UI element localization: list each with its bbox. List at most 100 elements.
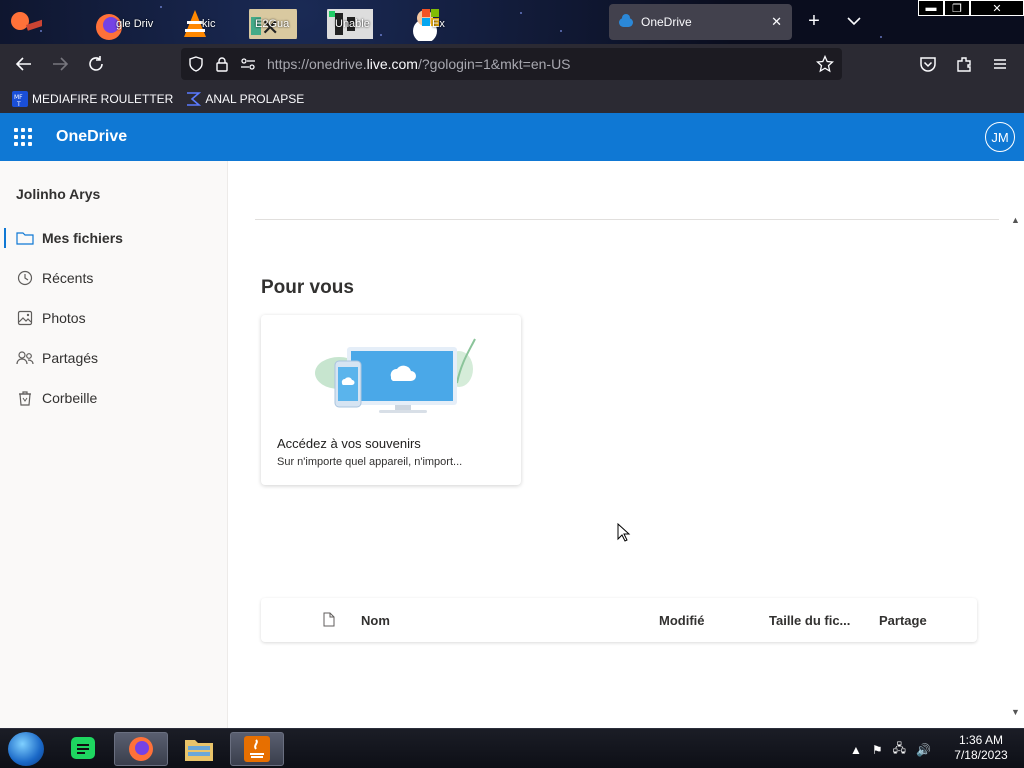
tab-close-icon[interactable]: ✕ xyxy=(771,14,782,30)
window-controls: ▬ ❐ ✕ xyxy=(918,0,1024,16)
reload-icon xyxy=(89,56,103,71)
chevron-down-icon xyxy=(847,17,861,26)
scroll-down-icon[interactable]: ▼ xyxy=(1011,707,1020,717)
tab-onedrive[interactable]: OneDrive ✕ xyxy=(609,4,792,40)
folder-explorer-icon xyxy=(185,740,213,761)
volume-icon[interactable]: 🔊 xyxy=(916,743,931,757)
user-name: Jolinho Arys xyxy=(16,186,101,202)
new-tab-button[interactable]: + xyxy=(804,10,824,32)
back-arrow-icon xyxy=(15,57,31,71)
desktop-shortcut-vlc[interactable]: kic xyxy=(178,4,215,44)
left-navigation: Jolinho Arys Mes fichiers Récents Photos… xyxy=(0,161,228,728)
maximize-button[interactable]: ❐ xyxy=(944,0,970,16)
clock-time: 1:36 AM xyxy=(958,733,1004,747)
nav-item-shared[interactable]: Partagés xyxy=(0,338,228,378)
url-host: live.com xyxy=(366,56,418,72)
header-divider xyxy=(255,219,999,220)
nav-item-recycle-bin[interactable]: Corbeille xyxy=(0,378,228,418)
system-tray: ▲ ⚑ 🖧 🔊 xyxy=(850,739,941,760)
pocket-button[interactable] xyxy=(916,52,940,76)
nav-item-label: Photos xyxy=(42,310,86,326)
sigma-icon xyxy=(187,91,202,106)
shield-icon[interactable] xyxy=(185,53,207,75)
url-text[interactable]: https://onedrive.live.com/?gologin=1&mkt… xyxy=(267,56,810,72)
page-scrollbar[interactable]: ▲ ▼ xyxy=(1009,161,1024,728)
pocket-icon xyxy=(920,57,936,72)
desktop-shortcut-label: Ex xyxy=(432,18,445,30)
nav-item-label: Partagés xyxy=(42,350,99,366)
taskbar-file-explorer[interactable] xyxy=(172,732,226,766)
bookmark-label: MEDIAFIRE ROULETTER xyxy=(32,91,174,106)
nav-item-label: Récents xyxy=(42,270,94,286)
desktop-shortcut-label: gle Driv xyxy=(116,18,154,30)
column-header-name[interactable]: Nom xyxy=(361,613,390,628)
onedrive-app-title[interactable]: OneDrive xyxy=(56,128,127,146)
firefox-icon xyxy=(129,737,153,761)
file-list-header: Nom Modifié Taille du fic... Partage xyxy=(261,598,977,642)
extensions-button[interactable] xyxy=(952,52,976,76)
desktop-shortcut-e2guard[interactable]: ✕ E2Gua xyxy=(249,4,297,44)
desktop-shortcut-windows-user[interactable]: Ex xyxy=(408,4,445,44)
clock-icon xyxy=(16,269,34,287)
nav-item-photos[interactable]: Photos xyxy=(0,298,228,338)
url-prefix: https://onedrive. xyxy=(267,56,367,72)
forward-arrow-icon xyxy=(53,57,69,71)
url-rest: /?gologin=1&mkt=en-US xyxy=(417,56,571,72)
chat-app-icon xyxy=(71,737,95,759)
action-center-flag-icon[interactable]: ⚑ xyxy=(872,743,883,757)
folder-icon xyxy=(16,229,34,247)
minimize-button[interactable]: ▬ xyxy=(918,0,944,16)
desktop-shortcut-label: Unable xyxy=(335,18,370,30)
network-icon[interactable]: 🖧 xyxy=(893,739,906,760)
clock-date: 7/18/2023 xyxy=(954,748,1008,762)
tab-title: OneDrive xyxy=(641,15,692,29)
list-all-tabs-button[interactable] xyxy=(843,10,865,32)
nav-item-my-files[interactable]: Mes fichiers xyxy=(0,218,228,258)
bookmark-second[interactable]: ANAL PROLAPSE xyxy=(185,91,304,107)
java-icon xyxy=(244,736,270,762)
desktop-shortcut-unable[interactable]: Unable xyxy=(327,4,373,44)
taskbar-chat-app[interactable] xyxy=(56,732,110,766)
lock-icon[interactable] xyxy=(211,53,233,75)
onedrive-page: Jolinho Arys Mes fichiers Récents Photos… xyxy=(0,161,1024,728)
column-header-file-size[interactable]: Taille du fic... xyxy=(769,613,850,628)
mediafire-icon: MFT xyxy=(12,90,28,107)
tray-expand-icon[interactable]: ▲ xyxy=(850,743,862,757)
column-header-sharing[interactable]: Partage xyxy=(879,613,927,628)
browser-navbar: https://onedrive.live.com/?gologin=1&mkt… xyxy=(0,44,1024,84)
close-window-button[interactable]: ✕ xyxy=(970,0,1024,16)
svg-text:T: T xyxy=(16,101,21,107)
nav-item-recent[interactable]: Récents xyxy=(0,258,228,298)
address-bar[interactable]: https://onedrive.live.com/?gologin=1&mkt… xyxy=(181,48,842,80)
card-title: Accédez à vos souvenirs xyxy=(277,436,421,451)
svg-text:MF: MF xyxy=(14,94,23,101)
memories-card[interactable]: Accédez à vos souvenirs Sur n'importe qu… xyxy=(261,315,521,485)
devices-illustration xyxy=(315,338,476,413)
desktop-shortcut-google-drive[interactable]: G xyxy=(8,4,42,44)
back-button[interactable] xyxy=(12,52,36,76)
forward-button[interactable] xyxy=(48,52,72,76)
file-type-icon[interactable] xyxy=(323,612,335,627)
section-title-for-you: Pour vous xyxy=(261,277,354,298)
desktop-shortcut-label: kic xyxy=(202,18,216,30)
start-orb-button[interactable] xyxy=(8,732,44,766)
bookmark-mediafire[interactable]: MF T MEDIAFIRE ROULETTER xyxy=(12,90,174,107)
scroll-up-icon[interactable]: ▲ xyxy=(1011,215,1020,225)
taskbar-clock[interactable]: 1:36 AM 7/18/2023 xyxy=(946,733,1016,763)
column-header-modified[interactable]: Modifié xyxy=(659,613,705,628)
app-launcher-waffle-icon[interactable] xyxy=(14,128,32,146)
bookmark-star-icon[interactable] xyxy=(814,53,836,75)
taskbar-firefox[interactable] xyxy=(114,732,168,766)
people-icon xyxy=(16,349,34,367)
permissions-icon[interactable] xyxy=(237,53,259,75)
desktop-shortcut-firefox[interactable]: gle Driv xyxy=(92,4,153,44)
photo-icon xyxy=(16,309,34,327)
firefox-google-icon: G xyxy=(11,12,42,31)
app-menu-button[interactable] xyxy=(988,52,1012,76)
browser-tab-strip: G gle Driv kic ✕ E2Gua Unable xyxy=(0,0,1024,44)
desktop-shortcut-label: E2Gua xyxy=(255,18,290,30)
account-avatar[interactable]: JM xyxy=(985,122,1015,152)
nav-item-label: Corbeille xyxy=(42,390,98,406)
reload-button[interactable] xyxy=(84,52,108,76)
taskbar-java[interactable] xyxy=(230,732,284,766)
